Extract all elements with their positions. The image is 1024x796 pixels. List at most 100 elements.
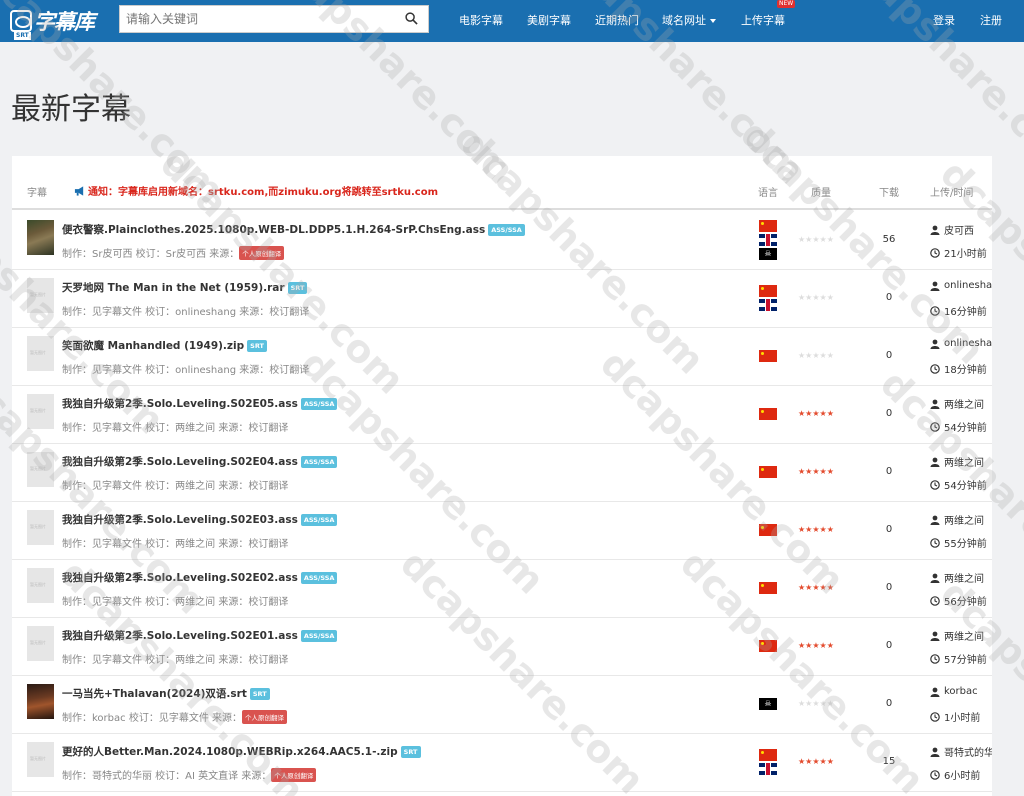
uploader-link[interactable]: korbac (930, 686, 992, 697)
table-row[interactable]: 一马当先+Thalavan(2024)双语.srt SRT 制作：korbac 校订… (12, 676, 992, 734)
col-subtitle: 字幕 (27, 188, 47, 199)
meta-text: 制作：Sr皮可西 校订：Sr皮可西 来源： (62, 249, 240, 260)
clock-icon (930, 305, 940, 316)
uploader-link[interactable]: 皮可西 (930, 222, 992, 237)
flag-cn-icon (759, 350, 777, 362)
language-flags (759, 466, 777, 480)
subtitle-title-link[interactable]: 我独自升级第2季.Solo.Leveling.S02E01.ass ASS/SSA (62, 628, 338, 643)
user-icon (930, 515, 940, 525)
register-link[interactable]: 注册 (980, 12, 1002, 28)
subtitle-meta: 制作：korbac 校订：见字幕文件 来源： 个人原创翻译 (62, 709, 287, 724)
meta-text: 制作：korbac 校订：见字幕文件 来源： (62, 713, 242, 724)
notice-text: 通知：字幕库启用新域名：srtku.com,而zimuku.org将跳转至srt… (88, 187, 439, 198)
subtitle-title-link[interactable]: 笑面欲魔 Manhandled (1949).zip SRT (62, 338, 267, 353)
table-row[interactable]: 暂无图片 笑面欲魔 Manhandled (1949).zip SRT 制作：见字幕文… (12, 328, 992, 386)
subtitle-title-link[interactable]: 便衣警察.Plainclothes.2025.1080p.WEB-DL.DDP5… (62, 222, 525, 237)
site-logo[interactable]: SRT 字幕库 (10, 6, 95, 40)
subtitle-meta: 制作：见字幕文件 校订：onlineshang 来源：校订翻译 (62, 361, 309, 376)
user-icon (930, 457, 940, 467)
format-badge: ASS/SSA (300, 572, 338, 584)
table-row[interactable]: 暂无图片 我独自升级第2季.Solo.Leveling.S02E03.ass ASS… (12, 502, 992, 560)
uploader-link[interactable]: 两维之间 (930, 570, 992, 585)
nav-movie-subs[interactable]: 电影字幕 (459, 12, 503, 28)
search-icon[interactable] (405, 12, 418, 25)
upload-time: 54分钟前 (930, 477, 987, 492)
flag-cn-icon (759, 466, 777, 478)
poster-thumbnail[interactable]: 暂无图片 (27, 568, 54, 603)
subtitle-title-link[interactable]: 一马当先+Thalavan(2024)双语.srt SRT (62, 686, 270, 701)
poster-thumbnail[interactable]: 暂无图片 (27, 278, 54, 313)
subtitle-title-link[interactable]: 我独自升级第2季.Solo.Leveling.S02E03.ass ASS/SSA (62, 512, 338, 527)
subtitle-title-link[interactable]: 我独自升级第2季.Solo.Leveling.S02E02.ass ASS/SSA (62, 570, 338, 585)
poster-thumbnail[interactable]: 暂无图片 (27, 626, 54, 661)
clock-icon (930, 479, 940, 490)
flag-cn-icon (759, 582, 777, 594)
table-row[interactable]: 暂无图片 我独自升级第2季.Solo.Leveling.S02E01.ass ASS… (12, 618, 992, 676)
star-icon: ★ (826, 409, 834, 418)
logo-sub: SRT (14, 32, 31, 40)
upload-time: 55分钟前 (930, 535, 987, 550)
meta-text: 制作：见字幕文件 校订：两维之间 来源：校订翻译 (62, 539, 289, 550)
uploader-link[interactable]: 两维之间 (930, 628, 992, 643)
poster-thumbnail[interactable] (27, 220, 54, 255)
table-row[interactable]: 便衣警察.Plainclothes.2025.1080p.WEB-DL.DDP5… (12, 212, 992, 270)
nav-domains-dropdown[interactable]: 域名网址 (662, 12, 716, 28)
clock-icon (930, 595, 940, 606)
uploader-name: korbac (944, 686, 978, 697)
quality-rating: ★★★★★ (798, 467, 834, 476)
notice[interactable]: 通知：字幕库启用新域名：srtku.com,而zimuku.org将跳转至srt… (74, 183, 438, 198)
table-row[interactable]: 暂无图片 我独自升级第2季.Solo.Leveling.S02E02.ass ASS… (12, 560, 992, 618)
star-icon: ★ (819, 699, 827, 708)
upload-time: 56分钟前 (930, 593, 987, 608)
language-flags (759, 749, 777, 777)
poster-thumbnail[interactable] (27, 684, 54, 719)
poster-thumbnail[interactable]: 暂无图片 (27, 510, 54, 545)
table-row[interactable]: 暂无图片 我独自升级第2季.Solo.Leveling.S02E04.ass ASS… (12, 444, 992, 502)
download-count: 15 (882, 756, 896, 767)
download-count: 0 (885, 698, 893, 709)
uploader-link[interactable]: onlineshar (930, 338, 992, 349)
subtitle-title-link[interactable]: 更好的人Better.Man.2024.1080p.WEBRip.x264.AA… (62, 744, 421, 759)
nav-trending[interactable]: 近期热门 (595, 12, 639, 28)
upload-time-text: 57分钟前 (944, 655, 987, 666)
clock-icon (930, 653, 940, 664)
subtitle-title-link[interactable]: 我独自升级第2季.Solo.Leveling.S02E04.ass ASS/SSA (62, 454, 338, 469)
upload-time: 54分钟前 (930, 419, 987, 434)
upload-time-text: 21小时前 (944, 249, 987, 260)
uploader-link[interactable]: 两维之间 (930, 454, 992, 469)
logo-icon: SRT (10, 10, 32, 40)
poster-thumbnail[interactable]: 暂无图片 (27, 452, 54, 487)
login-link[interactable]: 登录 (933, 12, 955, 28)
poster-thumbnail[interactable]: 暂无图片 (27, 742, 54, 777)
uploader-link[interactable]: onlineshar (930, 280, 992, 291)
star-icon: ★ (826, 757, 834, 766)
table-row[interactable]: 暂无图片 更好的人Better.Man.2024.1080p.WEBRip.x26… (12, 734, 992, 792)
uploader-link[interactable]: 哥特式的华 (930, 744, 992, 759)
table-row[interactable]: 暂无图片 我独自升级第2季.Solo.Leveling.S02E05.ass ASS… (12, 386, 992, 444)
star-icon: ★ (819, 641, 827, 650)
upload-time-text: 55分钟前 (944, 539, 987, 550)
search-input[interactable] (120, 6, 390, 32)
flag-uk-icon (759, 234, 777, 246)
clock-icon (930, 769, 940, 780)
uploader-link[interactable]: 两维之间 (930, 396, 992, 411)
subtitle-title-link[interactable]: 我独自升级第2季.Solo.Leveling.S02E05.ass ASS/SSA (62, 396, 338, 411)
subtitle-meta: 制作：见字幕文件 校订：两维之间 来源：校订翻译 (62, 477, 288, 492)
format-badge: ASS/SSA (300, 398, 338, 410)
uploader-link[interactable]: 两维之间 (930, 512, 992, 527)
flag-pirate-icon: ☠ (759, 698, 777, 710)
table-header: 字幕 通知：字幕库启用新域名：srtku.com,而zimuku.org将跳转至… (12, 156, 992, 210)
format-badge: ASS/SSA (300, 456, 338, 468)
quality-rating: ★★★★★ (798, 351, 834, 360)
quality-rating: ★★★★★ (798, 293, 834, 302)
poster-thumbnail[interactable]: 暂无图片 (27, 336, 54, 371)
poster-thumbnail[interactable]: 暂无图片 (27, 394, 54, 429)
table-row[interactable]: 暂无图片 天罗地网 The Man in the Net (1959).rar SR… (12, 270, 992, 328)
nav-upload[interactable]: 上传字幕 (741, 12, 785, 28)
subtitle-title-text: 便衣警察.Plainclothes.2025.1080p.WEB-DL.DDP5… (62, 224, 486, 236)
nav-tv-subs[interactable]: 美剧字幕 (527, 12, 571, 28)
subtitle-title-link[interactable]: 天罗地网 The Man in the Net (1959).rar SRT (62, 280, 308, 295)
star-icon: ★ (826, 525, 834, 534)
clock-icon (930, 711, 940, 722)
format-badge: ASS/SSA (488, 224, 525, 236)
